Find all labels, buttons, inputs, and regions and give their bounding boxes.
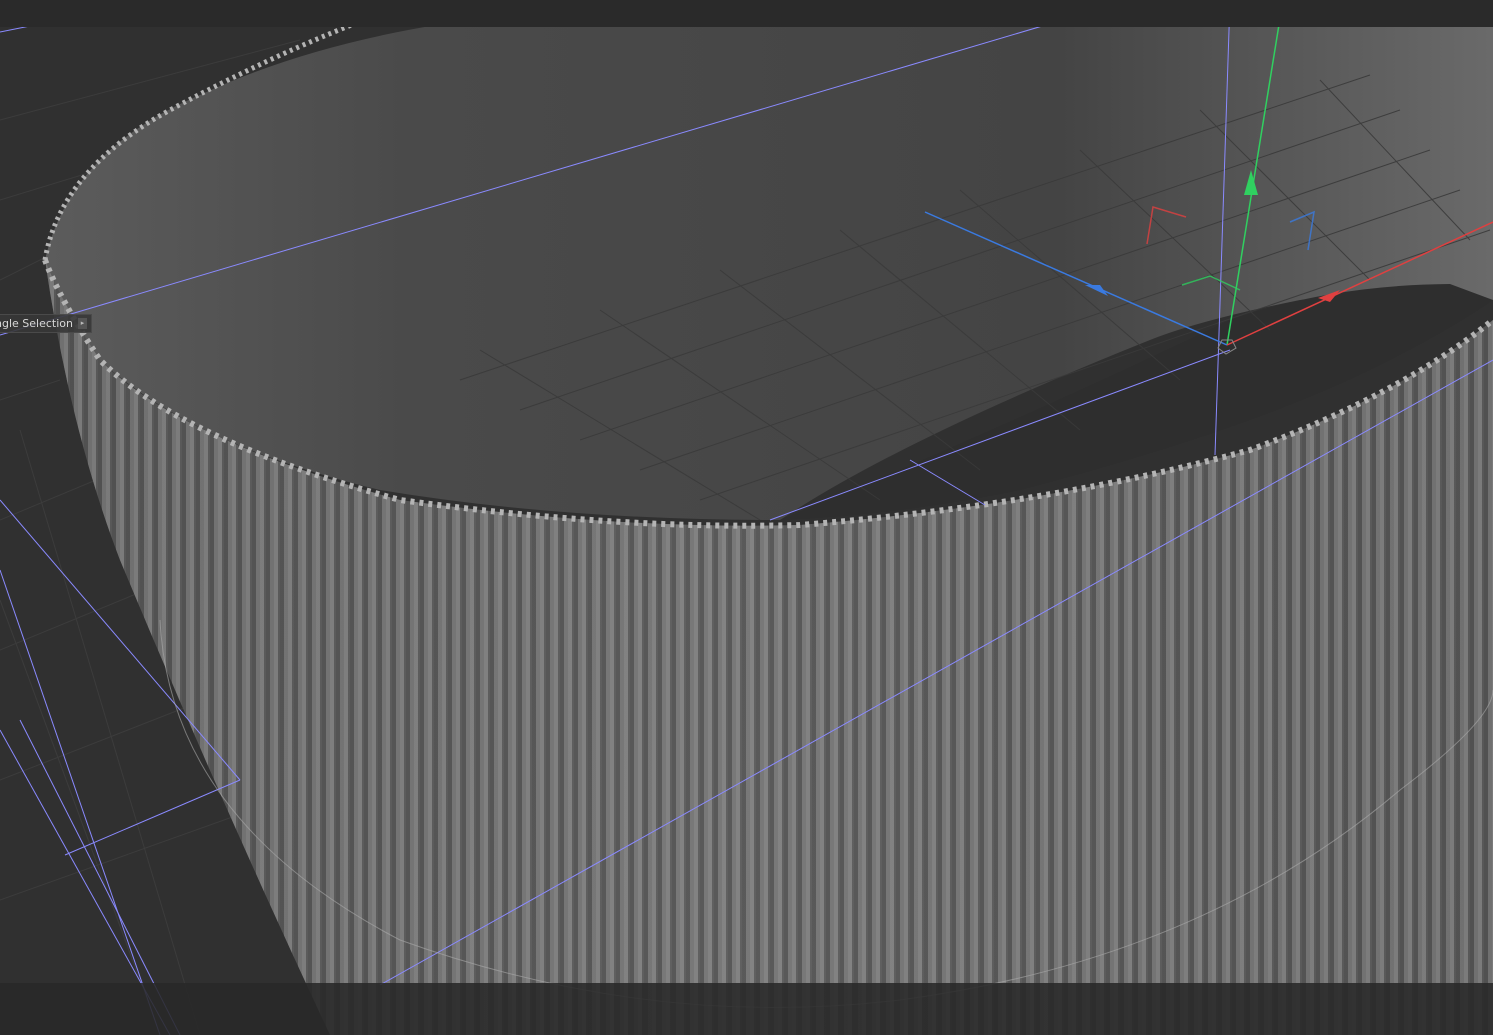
chevron-right-icon[interactable]: ▸	[77, 318, 87, 329]
3d-viewport[interactable]: ngle Selection ▸	[0, 0, 1493, 1035]
selection-tool-label[interactable]: ngle Selection ▸	[0, 314, 92, 333]
viewport-bottom-bar	[0, 983, 1493, 1035]
viewport-top-bar	[0, 0, 1493, 27]
tool-label-text: ngle Selection	[0, 317, 73, 330]
viewport-scene[interactable]	[0, 0, 1493, 1035]
